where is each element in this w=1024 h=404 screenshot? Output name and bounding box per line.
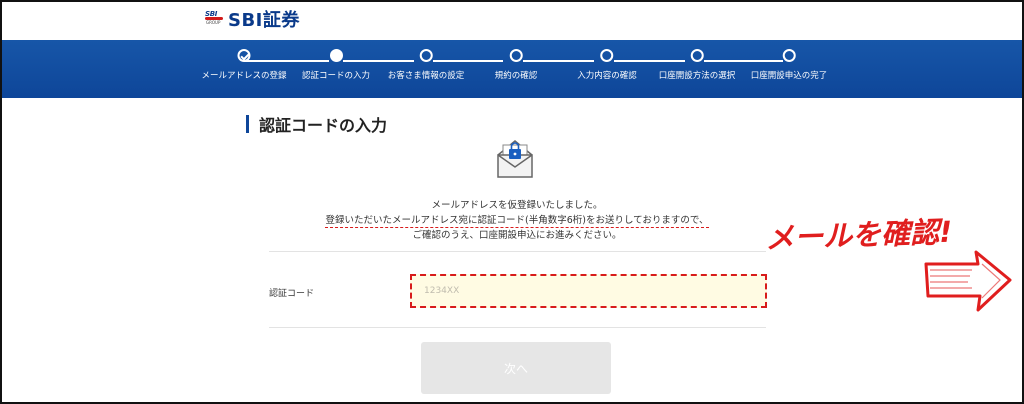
sbi-logo-mark-icon: SBI GROUP xyxy=(205,9,225,29)
progress-step-label: メールアドレスの登録 xyxy=(201,71,287,81)
progress-step-4: 規約の確認 xyxy=(494,49,538,81)
next-button[interactable]: 次へ xyxy=(421,342,611,394)
step-circle-icon xyxy=(509,49,523,62)
progress-step-label: 口座開設方法の選択 xyxy=(658,71,736,81)
progress-step-3: お客さま情報の設定 xyxy=(387,49,465,81)
envelope-lock-icon xyxy=(496,135,534,183)
form-divider-top xyxy=(269,251,766,252)
step-circle-icon xyxy=(419,49,433,62)
title-accent-bar xyxy=(246,115,249,133)
page-title-block: 認証コードの入力 xyxy=(246,112,387,136)
verification-code-input[interactable] xyxy=(410,274,767,308)
right-arrow-icon xyxy=(922,250,1014,318)
check-circle-icon xyxy=(237,49,251,62)
progress-step-5: 入力内容の確認 xyxy=(577,49,637,81)
current-step-circle-icon xyxy=(329,49,343,62)
progress-step-label: 入力内容の確認 xyxy=(577,71,637,81)
progress-step-6: 口座開設方法の選択 xyxy=(658,49,736,81)
logo-group-text: GROUP xyxy=(206,20,221,25)
logo-text: SBI証券 xyxy=(228,10,300,31)
message-line-2: 登録いただいたメールアドレス宛に認証コード(半角数字6桁)をお送りしておりますの… xyxy=(325,215,709,228)
progress-step-label: 口座開設申込の完了 xyxy=(750,71,828,81)
progress-step-7: 口座開設申込の完了 xyxy=(750,49,828,81)
form-divider-bottom xyxy=(269,327,766,328)
progress-bar: メールアドレスの登録 認証コードの入力 お客さま情報の設定 規約の確認 入力内容… xyxy=(2,40,1022,98)
page-title: 認証コードの入力 xyxy=(259,116,388,135)
message-line-1: メールアドレスを仮登録いたしました。 xyxy=(431,200,603,211)
progress-step-label: 認証コードの入力 xyxy=(301,71,371,81)
progress-step-label: お客さま情報の設定 xyxy=(387,71,465,81)
step-circle-icon xyxy=(690,49,704,62)
progress-step-2: 認証コードの入力 xyxy=(302,49,370,81)
site-header: SBI GROUP SBI証券 xyxy=(2,2,1022,40)
step-circle-icon xyxy=(600,49,614,62)
browser-frame: SBI GROUP SBI証券 メールアドレスの登録 認証コードの入力 お客さま… xyxy=(0,0,1024,404)
progress-step-1: メールアドレスの登録 xyxy=(201,49,287,81)
step-circle-icon xyxy=(782,49,796,62)
progress-step-label: 規約の確認 xyxy=(494,71,538,81)
sbi-logo[interactable]: SBI GROUP SBI証券 xyxy=(205,5,300,33)
message-line-3: ご確認のうえ、口座開設申込にお進みください。 xyxy=(412,230,622,241)
notice-message: メールアドレスを仮登録いたしました。 登録いただいたメールアドレス宛に認証コード… xyxy=(269,198,765,243)
code-label: 認証コード xyxy=(269,289,315,299)
